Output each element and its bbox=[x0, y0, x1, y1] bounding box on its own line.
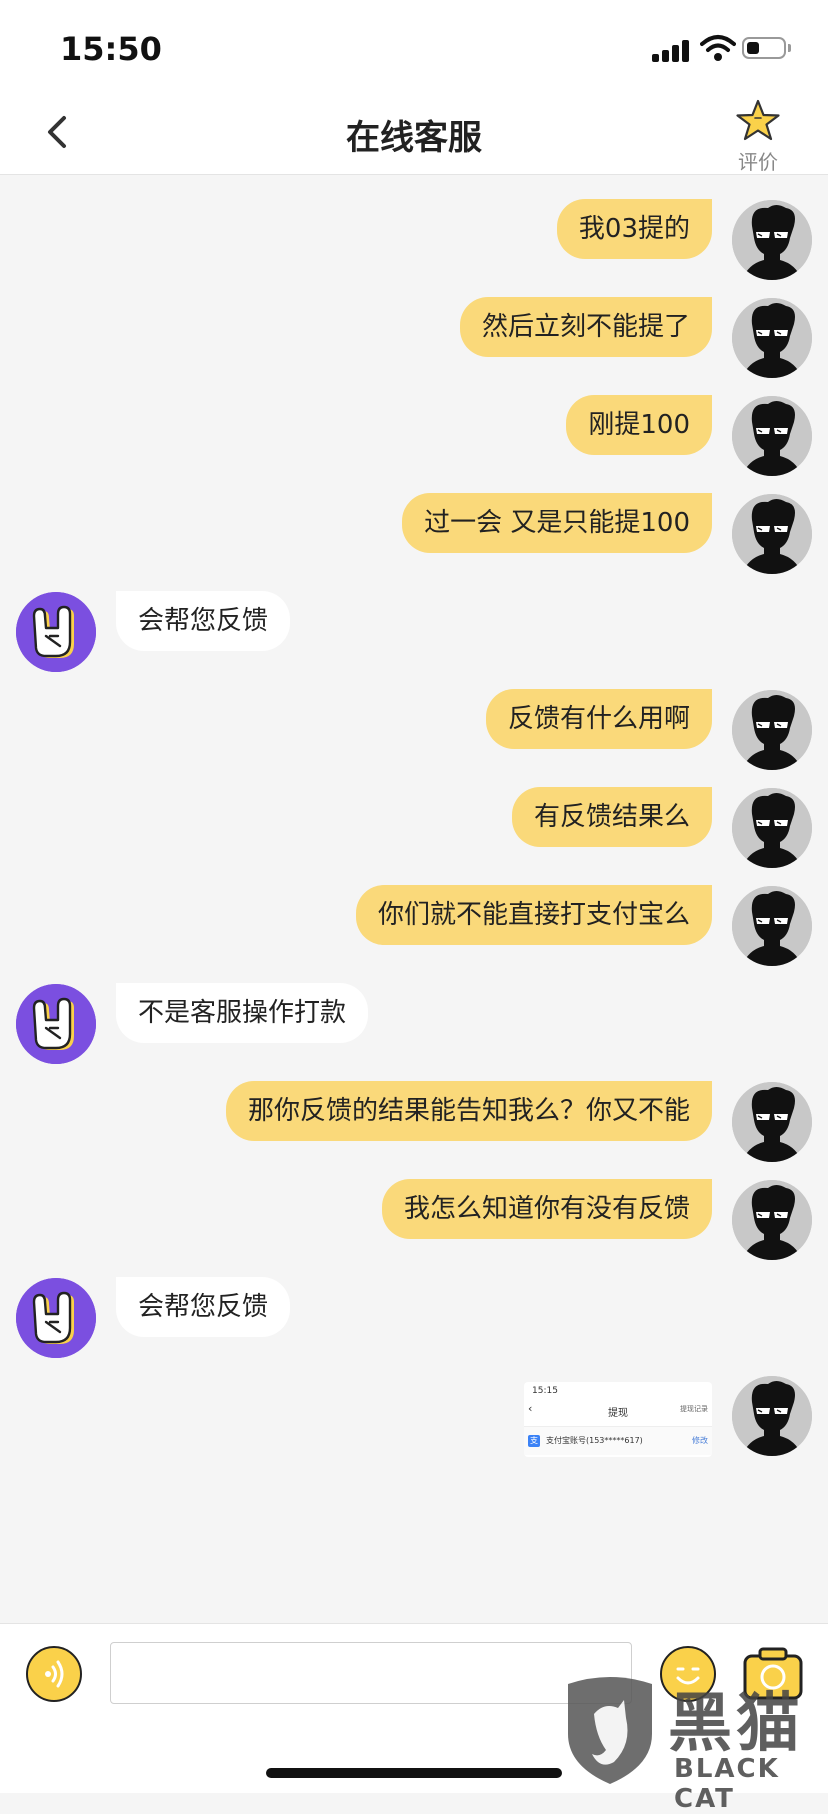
wifi-icon bbox=[700, 35, 736, 61]
user-avatar[interactable] bbox=[732, 1376, 812, 1456]
user-avatar[interactable] bbox=[732, 788, 812, 868]
user-avatar[interactable] bbox=[732, 886, 812, 966]
battery-icon bbox=[742, 37, 786, 59]
image-message-row: 15:15 ‹ 提现 提现记录 支 支付宝账号(153*****617) 修改 bbox=[0, 1376, 828, 1466]
thumb-link: 提现记录 bbox=[680, 1405, 708, 1413]
user-avatar[interactable] bbox=[732, 298, 812, 378]
message-row: 会帮您反馈 bbox=[0, 1277, 828, 1368]
page-title: 在线客服 bbox=[346, 118, 482, 158]
rock-hand-icon bbox=[16, 1278, 96, 1358]
user-avatar-icon bbox=[732, 494, 812, 574]
user-message-bubble[interactable]: 反馈有什么用啊 bbox=[485, 689, 712, 749]
user-message-bubble[interactable]: 过一会 又是只能提100 bbox=[402, 493, 712, 553]
user-avatar-icon bbox=[732, 396, 812, 476]
nav-bar: 在线客服 评价 bbox=[0, 96, 828, 175]
battery-cap bbox=[788, 44, 791, 52]
user-avatar-icon bbox=[732, 1082, 812, 1162]
user-avatar-icon bbox=[732, 1180, 812, 1260]
thumb-account-row: 支 支付宝账号(153*****617) 修改 bbox=[524, 1426, 712, 1455]
message-row: 然后立刻不能提了 bbox=[0, 297, 828, 388]
input-bar bbox=[0, 1623, 828, 1793]
user-message-bubble[interactable]: 有反馈结果么 bbox=[511, 787, 712, 847]
user-avatar-icon bbox=[732, 1376, 812, 1456]
message-row: 有反馈结果么 bbox=[0, 787, 828, 878]
signal-icon bbox=[652, 40, 692, 62]
message-row: 反馈有什么用啊 bbox=[0, 689, 828, 780]
service-avatar[interactable] bbox=[16, 592, 96, 672]
rock-hand-icon bbox=[16, 592, 96, 672]
user-message-bubble[interactable]: 我03提的 bbox=[556, 199, 712, 259]
service-avatar[interactable] bbox=[16, 1278, 96, 1358]
service-message-bubble[interactable]: 会帮您反馈 bbox=[116, 1277, 291, 1337]
user-message-bubble[interactable]: 刚提100 bbox=[566, 395, 712, 455]
service-avatar[interactable] bbox=[16, 984, 96, 1064]
rate-label: 评价 bbox=[738, 150, 778, 174]
status-time: 15:50 bbox=[60, 30, 162, 68]
user-message-bubble[interactable]: 我怎么知道你有没有反馈 bbox=[381, 1179, 712, 1239]
thumb-account: 支付宝账号(153*****617) bbox=[546, 1436, 643, 1445]
message-row: 不是客服操作打款 bbox=[0, 983, 828, 1074]
screenshot-thumbnail[interactable]: 15:15 ‹ 提现 提现记录 支 支付宝账号(153*****617) 修改 bbox=[524, 1382, 712, 1457]
message-row: 那你反馈的结果能告知我么？你又不能 bbox=[0, 1081, 828, 1172]
user-avatar[interactable] bbox=[732, 396, 812, 476]
camera-icon[interactable] bbox=[742, 1644, 804, 1702]
star-icon bbox=[736, 99, 780, 141]
user-message-bubble[interactable]: 那你反馈的结果能告知我么？你又不能 bbox=[225, 1081, 712, 1141]
message-row: 会帮您反馈 bbox=[0, 591, 828, 682]
message-input[interactable] bbox=[110, 1642, 632, 1704]
user-message-bubble[interactable]: 然后立刻不能提了 bbox=[459, 297, 712, 357]
alipay-icon: 支 bbox=[528, 1435, 540, 1447]
voice-button[interactable] bbox=[26, 1646, 82, 1702]
home-indicator bbox=[266, 1768, 562, 1778]
thumb-change: 修改 bbox=[692, 1436, 708, 1445]
voice-icon bbox=[45, 1660, 64, 1688]
service-message-bubble[interactable]: 会帮您反馈 bbox=[116, 591, 291, 651]
user-avatar-icon bbox=[732, 200, 812, 280]
rock-hand-icon bbox=[16, 984, 96, 1064]
user-avatar[interactable] bbox=[732, 690, 812, 770]
thumb-time: 15:15 bbox=[532, 1386, 558, 1396]
user-avatar[interactable] bbox=[732, 1082, 812, 1162]
message-row: 我怎么知道你有没有反馈 bbox=[0, 1179, 828, 1270]
user-avatar[interactable] bbox=[732, 494, 812, 574]
message-row: 你们就不能直接打支付宝么 bbox=[0, 885, 828, 976]
user-avatar-icon bbox=[732, 788, 812, 868]
message-row: 我03提的 bbox=[0, 199, 828, 290]
user-avatar[interactable] bbox=[732, 200, 812, 280]
user-avatar-icon bbox=[732, 298, 812, 378]
user-avatar-icon bbox=[732, 886, 812, 966]
emoji-button[interactable] bbox=[660, 1646, 716, 1702]
status-bar: 15:50 bbox=[0, 0, 828, 96]
rate-button[interactable]: 评价 bbox=[724, 96, 792, 174]
user-message-bubble[interactable]: 你们就不能直接打支付宝么 bbox=[355, 885, 712, 945]
chat-area[interactable]: 我03提的 然后立刻不能提了 刚提100 过一会 又是只能提100 会帮您反馈 … bbox=[0, 175, 828, 1623]
message-row: 刚提100 bbox=[0, 395, 828, 486]
message-row: 过一会 又是只能提100 bbox=[0, 493, 828, 584]
service-message-bubble[interactable]: 不是客服操作打款 bbox=[116, 983, 369, 1043]
emoji-icon bbox=[676, 1667, 700, 1685]
user-avatar[interactable] bbox=[732, 1180, 812, 1260]
user-avatar-icon bbox=[732, 690, 812, 770]
